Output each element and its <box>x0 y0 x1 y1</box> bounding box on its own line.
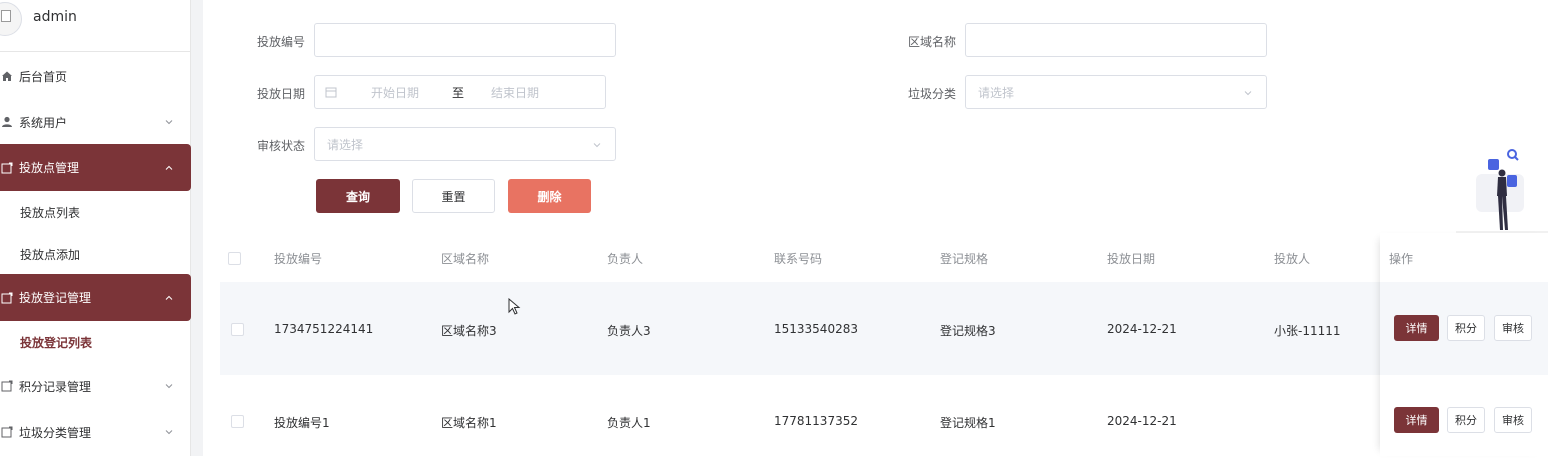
cell-code: 投放编号1 <box>274 416 330 430</box>
status-placeholder: 请选择 <box>327 137 364 152</box>
select-all-checkbox[interactable] <box>228 252 241 265</box>
category-label: 垃圾分类 <box>908 87 957 101</box>
code-label: 投放编号 <box>257 35 306 49</box>
chevron-down-icon <box>165 120 173 125</box>
status-select[interactable]: 请选择 <box>314 127 616 161</box>
area-label: 区域名称 <box>908 35 957 49</box>
folder-icon <box>0 161 14 175</box>
points-button[interactable]: 积分 <box>1447 315 1485 341</box>
mouse-cursor-icon <box>508 298 521 315</box>
person-search-illustration <box>1456 149 1548 233</box>
folder-icon <box>0 425 14 439</box>
sidebar-item-drop-point-mgmt[interactable]: 投放点管理 <box>0 144 191 191</box>
cell-code: 1734751224141 <box>274 322 374 336</box>
sidebar-item-label: 投放登记列表 <box>20 335 93 350</box>
query-button[interactable]: 查询 <box>316 179 400 213</box>
sidebar-item-garbage-category[interactable]: 垃圾分类管理 <box>0 410 191 454</box>
area-input[interactable] <box>965 23 1267 57</box>
chevron-down-icon <box>593 143 601 148</box>
date-separator: 至 <box>452 85 465 100</box>
date-end-placeholder: 结束日期 <box>491 85 540 100</box>
chevron-up-icon <box>165 295 173 300</box>
chevron-up-icon <box>165 165 173 170</box>
delete-button[interactable]: 删除 <box>508 179 591 213</box>
sidebar-item-label: 投放点添加 <box>20 247 81 262</box>
category-select[interactable]: 请选择 <box>965 75 1267 109</box>
sidebar-subitem-drop-point-list[interactable]: 投放点列表 <box>0 192 191 232</box>
detail-button[interactable]: 详情 <box>1394 315 1439 341</box>
content-gutter <box>191 0 203 456</box>
review-button[interactable]: 审核 <box>1494 315 1532 341</box>
review-button[interactable]: 审核 <box>1494 407 1532 433</box>
row-checkbox[interactable] <box>231 323 244 336</box>
cell-phone: 17781137352 <box>774 414 858 428</box>
folder-icon <box>0 379 14 393</box>
header-code: 投放编号 <box>274 251 323 266</box>
cell-phone: 15133540283 <box>774 322 858 336</box>
code-input[interactable] <box>314 23 616 57</box>
cell-spec: 登记规格1 <box>940 416 996 430</box>
header-phone: 联系号码 <box>774 251 823 266</box>
header-operations: 操作 <box>1389 251 1414 266</box>
sidebar-subitem-drop-register-list[interactable]: 投放登记列表 <box>0 322 191 362</box>
sidebar-item-label: 投放点列表 <box>20 205 81 220</box>
header-person: 投放人 <box>1274 251 1311 266</box>
chevron-down-icon <box>165 430 173 435</box>
date-range-picker[interactable]: 开始日期 至 结束日期 <box>314 75 606 109</box>
reset-button[interactable]: 重置 <box>412 179 495 213</box>
cell-area: 区域名称3 <box>441 324 497 338</box>
date-label: 投放日期 <box>257 87 306 101</box>
avatar <box>0 2 22 36</box>
calendar-icon <box>325 87 337 98</box>
home-icon <box>0 69 14 83</box>
cell-area: 区域名称1 <box>441 416 497 430</box>
points-button[interactable]: 积分 <box>1447 407 1485 433</box>
operations-column: 操作 详情 积分 审核 详情 积分 审核 <box>1380 233 1548 456</box>
header-date: 投放日期 <box>1107 251 1156 266</box>
header-manager: 负责人 <box>607 251 644 266</box>
status-label: 审核状态 <box>257 139 306 153</box>
user-icon <box>0 115 14 129</box>
sidebar-item-label: 投放登记管理 <box>19 291 92 305</box>
sidebar-item-label: 后台首页 <box>19 69 68 84</box>
cell-manager: 负责人1 <box>607 416 651 430</box>
sidebar-item-label: 垃圾分类管理 <box>19 425 92 440</box>
sidebar-item-label: 投放点管理 <box>19 161 80 175</box>
chevron-down-icon <box>1244 91 1252 96</box>
table-row[interactable]: 1734751224141 区域名称3 负责人3 15133540283 登记规… <box>220 282 1548 375</box>
sidebar-subitem-drop-point-add[interactable]: 投放点添加 <box>0 234 191 274</box>
sidebar-item-system-users[interactable]: 系统用户 <box>0 100 191 144</box>
table-row[interactable]: 投放编号1 区域名称1 负责人1 17781137352 登记规格1 2024-… <box>220 375 1548 468</box>
cell-person: 小张-11111 <box>1274 324 1341 338</box>
sidebar: admin 后台首页 系统用户 投放点管理 投放点列表 投放点添加 投放登记管理 <box>0 0 191 456</box>
user-profile[interactable]: admin <box>0 0 191 52</box>
username: admin <box>33 9 77 25</box>
header-spec: 登记规格 <box>940 251 989 266</box>
chevron-down-icon <box>165 384 173 389</box>
date-start-placeholder: 开始日期 <box>371 85 420 100</box>
category-placeholder: 请选择 <box>978 85 1015 100</box>
sidebar-item-home[interactable]: 后台首页 <box>0 54 191 98</box>
sidebar-item-label: 积分记录管理 <box>19 379 92 394</box>
cell-manager: 负责人3 <box>607 324 651 338</box>
broken-image-icon <box>1 10 11 22</box>
folder-icon <box>0 291 14 305</box>
sidebar-item-drop-register-mgmt[interactable]: 投放登记管理 <box>0 274 191 321</box>
cell-date: 2024-12-21 <box>1107 414 1177 428</box>
detail-button[interactable]: 详情 <box>1394 407 1439 433</box>
records-table: 投放编号 区域名称 负责人 联系号码 登记规格 投放日期 投放人 1734751… <box>220 235 1548 456</box>
row-checkbox[interactable] <box>231 415 244 428</box>
cell-spec: 登记规格3 <box>940 324 996 338</box>
sidebar-item-label: 系统用户 <box>19 115 68 130</box>
cell-date: 2024-12-21 <box>1107 322 1177 336</box>
sidebar-item-points-records[interactable]: 积分记录管理 <box>0 364 191 408</box>
header-area: 区域名称 <box>441 251 490 266</box>
